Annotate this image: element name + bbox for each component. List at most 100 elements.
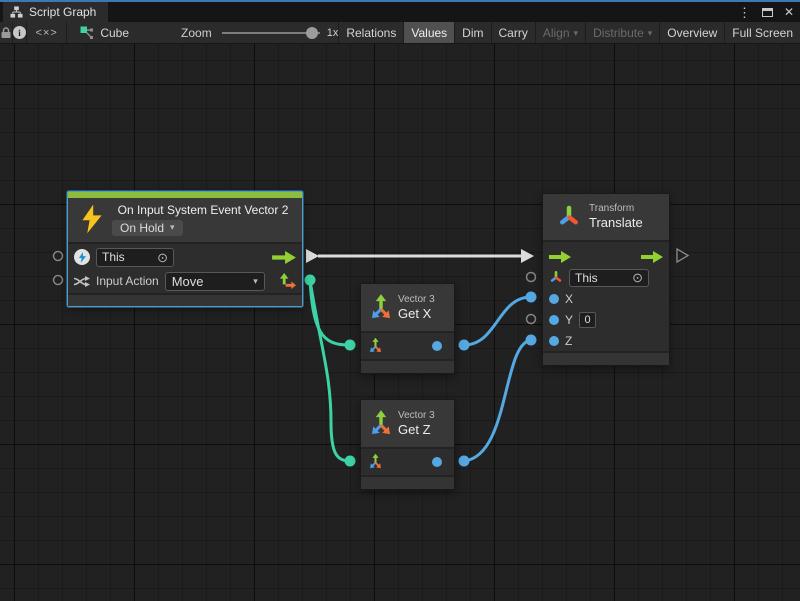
flow-wire-start-arrow[interactable] (306, 249, 319, 263)
distribute-button[interactable]: Distribute ▾ (586, 22, 660, 43)
getz-input-port[interactable] (345, 456, 356, 467)
chevron-down-icon: ▾ (574, 28, 579, 39)
values-label: Values (411, 26, 447, 40)
getx-float-output-dot[interactable] (432, 341, 442, 351)
translate-x-input-port[interactable] (526, 292, 537, 303)
event-this-value: This (102, 250, 125, 264)
wire-vector2-to-getz[interactable] (310, 280, 350, 461)
flow-wire-end-arrow[interactable] (521, 249, 534, 263)
inspect-button[interactable]: i (13, 22, 27, 43)
event-mode-dropdown[interactable]: On Hold ▾ (112, 220, 183, 236)
overview-button[interactable]: Overview (660, 22, 725, 43)
z-port-dot[interactable] (549, 336, 559, 346)
translate-flow-output-port[interactable] (677, 249, 688, 262)
graph-toolbar: i <×> Cube Zoom 1x Relations Values (0, 22, 800, 44)
overview-label: Overview (667, 26, 717, 40)
graph-name-label[interactable]: Cube (100, 26, 129, 40)
input-action-dropdown[interactable]: Move ▾ (165, 272, 265, 291)
vector2-output-icon[interactable] (279, 273, 296, 290)
event-node-footer (68, 293, 302, 306)
y-label: Y (565, 313, 573, 327)
node-transform-translate[interactable]: Transform Translate (542, 193, 670, 366)
vector3-input-icon[interactable] (367, 337, 384, 355)
event-this-field[interactable]: This ⊙ (96, 248, 174, 267)
vector2-output-port[interactable] (305, 275, 316, 286)
zoom-value: 1x (327, 27, 339, 39)
translate-x-row: X (543, 288, 669, 309)
hierarchy-icon (10, 6, 23, 18)
close-icon[interactable]: ✕ (784, 6, 794, 18)
getx-node-footer (361, 359, 454, 373)
getx-input-port[interactable] (345, 340, 356, 351)
flow-input-arrow-icon[interactable] (549, 251, 571, 263)
wire-getx-to-x[interactable] (464, 297, 531, 345)
chevron-down-icon: ▾ (648, 28, 653, 39)
event-this-port[interactable] (54, 252, 63, 261)
event-node-title: On Input System Event Vector 2 (118, 203, 289, 217)
align-button[interactable]: Align ▾ (536, 22, 586, 43)
getz-output-port[interactable] (459, 456, 470, 467)
getx-category: Vector 3 (398, 293, 435, 306)
getx-io-row (361, 333, 454, 359)
event-node-header[interactable]: On Input System Event Vector 2 On Hold ▾ (68, 198, 302, 242)
y-value-input[interactable]: 0 (579, 312, 596, 328)
full-screen-button[interactable]: Full Screen (725, 22, 800, 43)
info-icon: i (13, 26, 26, 39)
lock-button[interactable] (0, 22, 13, 43)
getx-output-port[interactable] (459, 340, 470, 351)
script-graph-window: Script Graph ⋮ ✕ i <×> (0, 0, 800, 601)
dim-label: Dim (462, 26, 483, 40)
getx-node-header[interactable]: Vector 3 Get X (361, 284, 454, 331)
carry-button[interactable]: Carry (492, 22, 536, 43)
node-get-z[interactable]: Vector 3 Get Z (360, 399, 455, 490)
event-mode-value: On Hold (120, 221, 164, 235)
vector3-icon (367, 409, 395, 439)
zoom-slider-handle[interactable] (306, 27, 318, 39)
chevron-down-icon: ▾ (170, 222, 175, 233)
x-label: X (565, 292, 573, 306)
input-action-label: Input Action (96, 274, 159, 288)
object-picker-icon[interactable]: ⊙ (157, 251, 168, 264)
getz-node-header[interactable]: Vector 3 Get Z (361, 400, 454, 447)
vector3-icon (367, 293, 395, 323)
zoom-slider[interactable] (222, 22, 320, 44)
vector3-input-icon[interactable] (367, 453, 384, 471)
translate-z-input-port[interactable] (526, 335, 537, 346)
window-accent-line (0, 0, 800, 2)
y-port-dot[interactable] (549, 315, 559, 325)
translate-node-header[interactable]: Transform Translate (543, 194, 669, 240)
values-button[interactable]: Values (404, 22, 455, 43)
relations-label: Relations (346, 26, 396, 40)
code-view-button[interactable]: <×> (27, 22, 67, 43)
getz-float-output-dot[interactable] (432, 457, 442, 467)
node-on-input-system-event[interactable]: On Input System Event Vector 2 On Hold ▾… (67, 191, 303, 307)
object-picker-icon[interactable]: ⊙ (632, 271, 643, 284)
translate-this-field[interactable]: This ⊙ (569, 269, 649, 287)
getz-title: Get Z (398, 422, 435, 439)
maximize-icon[interactable] (762, 8, 773, 17)
translate-title: Translate (589, 215, 643, 232)
title-bar: Script Graph ⋮ ✕ (0, 0, 800, 22)
translate-this-row: This ⊙ (543, 267, 669, 288)
transform-mini-icon[interactable] (549, 270, 563, 285)
relations-button[interactable]: Relations (339, 22, 404, 43)
node-get-x[interactable]: Vector 3 Get X (360, 283, 455, 374)
dim-button[interactable]: Dim (455, 22, 491, 43)
flow-output-arrow-icon[interactable] (272, 251, 296, 264)
z-label: Z (565, 334, 572, 348)
flow-output-arrow-icon[interactable] (641, 251, 663, 263)
align-label: Align (543, 26, 570, 40)
toolbar-middle: Cube Zoom 1x (67, 22, 339, 43)
graph-icon (80, 26, 94, 40)
translate-y-port[interactable] (527, 315, 536, 324)
window-menu-icon[interactable]: ⋮ (738, 6, 751, 19)
input-action-value: Move (172, 274, 204, 289)
graph-canvas[interactable]: On Input System Event Vector 2 On Hold ▾… (0, 44, 800, 601)
wire-getz-to-z[interactable] (464, 340, 531, 461)
event-action-port[interactable] (54, 276, 63, 285)
translate-node-footer (543, 351, 669, 365)
translate-this-port[interactable] (527, 273, 536, 282)
x-port-dot[interactable] (549, 294, 559, 304)
transform-icon (557, 204, 581, 230)
tab-script-graph[interactable]: Script Graph (3, 2, 108, 22)
